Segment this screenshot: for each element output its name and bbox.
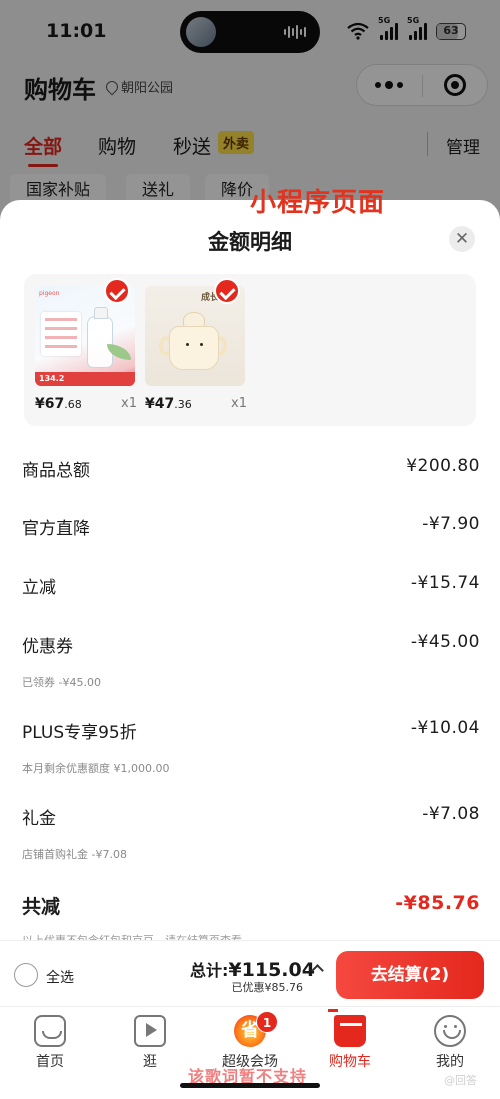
checked-icon[interactable] <box>214 278 240 304</box>
product-qty: x1 <box>231 396 247 411</box>
product-price: ¥47.36 <box>145 396 192 412</box>
select-all-label[interactable]: 全选 <box>46 967 74 987</box>
row-value: -¥45.00 <box>410 632 480 652</box>
select-all-checkbox[interactable] <box>14 963 38 987</box>
row-value: -¥15.74 <box>410 573 480 593</box>
tabbar-me[interactable]: 我的 <box>410 1015 490 1071</box>
row-label: 官方直降 <box>22 519 90 539</box>
play-icon <box>134 1015 166 1047</box>
product-list: pigeon 134.2 ¥67.68 x1 成长 ¥47.36 x1 <box>24 274 476 426</box>
tabbar-home[interactable]: 首页 <box>10 1015 90 1071</box>
product-price: ¥67.68 <box>35 396 82 412</box>
row-value: -¥85.76 <box>395 892 480 914</box>
row-value: ¥200.80 <box>406 456 480 476</box>
row-value: -¥10.04 <box>410 718 480 738</box>
discount-amount: 已优惠¥85.76 <box>231 981 304 994</box>
checkout-button[interactable]: 去结算(2) <box>336 951 484 999</box>
row-sub: 已领券 -¥45.00 <box>22 676 101 689</box>
venue-icon: 省1 <box>234 1011 278 1047</box>
row-label: 礼金 <box>22 809 56 829</box>
miniprogram-overlay-label: 小程序页面 <box>250 188 386 218</box>
row-sub: 店铺首购礼金 -¥7.08 <box>22 848 127 861</box>
row-value: -¥7.08 <box>422 804 480 824</box>
product-qty: x1 <box>121 396 137 411</box>
row-label: 商品总额 <box>22 461 90 481</box>
amount-detail-sheet: 金额明细 ✕ pigeon 134.2 ¥67.68 x1 成长 ¥47.36 … <box>0 200 500 960</box>
checkout-bar: 全选 总计:¥115.04 已优惠¥85.76 去结算(2) <box>0 940 500 1006</box>
row-sub: 本月剩余优惠额度 ¥1,000.00 <box>22 762 170 775</box>
row-label: 共减 <box>22 896 61 918</box>
total-amount: 总计:¥115.04 <box>190 959 315 981</box>
close-icon[interactable]: ✕ <box>449 226 475 252</box>
tabbar-browse[interactable]: 逛 <box>110 1015 190 1071</box>
notification-badge: 1 <box>256 1011 278 1033</box>
watermark: @回答 <box>444 1074 477 1087</box>
home-indicator[interactable] <box>180 1083 320 1088</box>
cart-icon <box>328 1009 366 1047</box>
face-icon <box>434 1015 466 1047</box>
row-value: -¥7.90 <box>422 514 480 534</box>
row-label: 优惠券 <box>22 637 73 657</box>
row-label: PLUS专享95折 <box>22 723 137 743</box>
row-label: 立减 <box>22 578 56 598</box>
tabbar-cart[interactable]: 购物车 <box>310 1009 390 1071</box>
sheet-title: 金额明细 <box>208 230 292 254</box>
checked-icon[interactable] <box>104 278 130 304</box>
home-icon <box>34 1015 66 1047</box>
